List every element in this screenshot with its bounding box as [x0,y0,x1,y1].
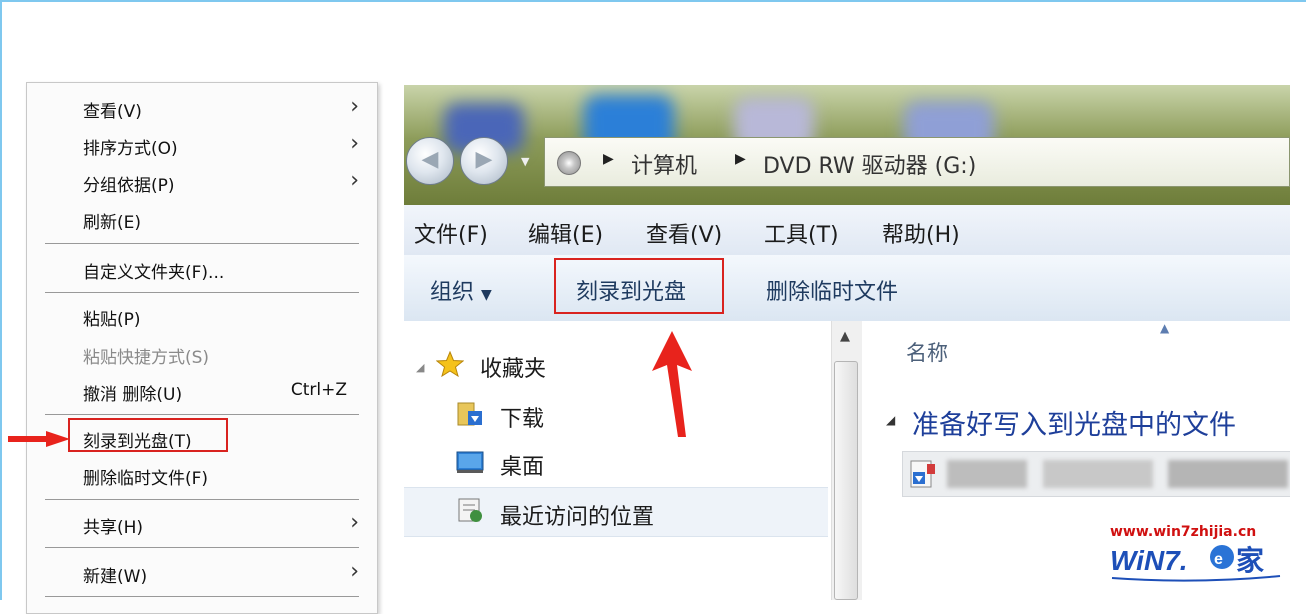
menu-item-refresh[interactable]: 刷新(E) [27,203,377,235]
breadcrumb-separator-icon[interactable]: ▶ [603,151,614,167]
left-border [0,0,2,600]
chevron-right-icon: › [350,510,359,535]
blurred-filename [947,460,1027,488]
sort-ascending-icon: ▲ [1160,321,1170,335]
menu-item-delete-temp-files[interactable]: 删除临时文件(F) [27,459,377,491]
menu-separator [45,414,359,415]
scroll-up-icon[interactable]: ▲ [840,329,850,344]
blurred-filename [1168,460,1288,488]
menu-bar: 文件(F) 编辑(E) 查看(V) 工具(T) 帮助(H) [404,205,1290,256]
menu-item-label: 粘贴快捷方式(S) [83,348,210,368]
explorer-window: ◀ ▶ ▼ ▶ 计算机 ▶ DVD RW 驱动器 (G:) 文件(F) 编辑(E… [404,85,1290,600]
delete-temp-files-button[interactable]: 删除临时文件 [766,274,898,306]
collapse-arrow-icon[interactable]: ◢ [416,361,424,374]
menu-item-undo-delete[interactable]: 撤消 删除(U) Ctrl+Z [27,375,377,407]
downloads-folder-icon [457,402,482,426]
breadcrumb-separator-icon[interactable]: ▶ [735,151,746,167]
menu-item-sort-by[interactable]: 排序方式(O) › [27,129,377,161]
breadcrumb-drive[interactable]: DVD RW 驱动器 (G:) [763,148,976,180]
menu-item-label: 新建(W) [83,567,148,587]
menu-item-label: 分组依据(P) [83,176,175,196]
organize-label: 组织 [430,280,475,305]
svg-text:WiN7.: WiN7. [1110,545,1188,576]
forward-button[interactable]: ▶ [460,137,508,185]
menu-item-label: 自定义文件夹(F)... [83,263,225,283]
back-button[interactable]: ◀ [406,137,454,185]
menu-separator [45,292,359,293]
burn-to-disc-button[interactable]: 刻录到光盘 [576,274,686,306]
back-arrow-icon: ◀ [421,147,439,172]
menu-separator [45,547,359,548]
chevron-right-icon: › [350,131,359,156]
menu-item-paste[interactable]: 粘贴(P) [27,300,377,332]
menu-separator [45,243,359,244]
blurred-filename [1043,460,1153,488]
dropdown-arrow-icon: ▼ [481,287,492,303]
disc-drive-icon [557,151,581,175]
menu-item-label: 查看(V) [83,102,142,122]
recent-pages-dropdown-icon[interactable]: ▼ [521,155,529,168]
column-header-name[interactable]: 名称 [906,337,948,367]
file-pending-burn-icon [910,460,935,488]
nav-recent-places[interactable]: 最近访问的位置 [500,499,654,531]
nav-desktop[interactable]: 桌面 [500,449,544,481]
desktop-icon [456,451,484,473]
menu-separator [45,596,359,597]
chevron-right-icon: › [350,559,359,584]
address-bar[interactable]: ▶ 计算机 ▶ DVD RW 驱动器 (G:) [544,137,1290,187]
scrollbar-thumb[interactable] [834,361,858,600]
breadcrumb-computer[interactable]: 计算机 [631,148,697,180]
menu-tools[interactable]: 工具(T) [764,217,839,249]
group-collapse-icon[interactable]: ◢ [886,413,895,427]
win7-logo: WiN7. e 家 [1110,544,1281,582]
menu-item-label: 排序方式(O) [83,139,178,159]
navigation-scrollbar[interactable]: ▲ [831,321,863,600]
forward-arrow-icon: ▶ [475,147,493,172]
menu-item-group-by[interactable]: 分组依据(P) › [27,166,377,198]
menu-item-label: 撤消 删除(U) [83,385,183,405]
nav-favorites[interactable]: 收藏夹 [480,351,546,383]
nav-downloads[interactable]: 下载 [500,401,544,433]
navigation-pane: ◢ 收藏夹 下载 桌面 最近访问的位置 [404,321,834,600]
menu-item-new[interactable]: 新建(W) › [27,557,377,589]
group-header[interactable]: 准备好写入到光盘中的文件 [912,403,1236,442]
chevron-right-icon: › [350,168,359,193]
menu-view[interactable]: 查看(V) [646,217,722,249]
red-arrow-icon [8,431,70,447]
context-menu: 查看(V) › 排序方式(O) › 分组依据(P) › 刷新(E) 自定义文件夹… [26,82,378,614]
shortcut-label: Ctrl+Z [290,380,347,400]
svg-text:e: e [1214,551,1223,568]
menu-item-share[interactable]: 共享(H) › [27,508,377,540]
menu-help[interactable]: 帮助(H) [882,217,960,249]
top-border [0,0,1306,2]
star-icon [436,351,464,377]
menu-item-view[interactable]: 查看(V) › [27,92,377,124]
red-arrow-icon [652,331,692,437]
file-item[interactable] [902,451,1290,497]
chevron-right-icon: › [350,94,359,119]
menu-item-label: 共享(H) [83,518,144,538]
menu-item-label: 删除临时文件(F) [83,469,209,489]
command-bar: 组织 ▼ 刻录到光盘 删除临时文件 [404,255,1290,322]
menu-separator [45,499,359,500]
menu-edit[interactable]: 编辑(E) [528,217,603,249]
recent-places-icon [458,498,482,522]
menu-file[interactable]: 文件(F) [414,217,488,249]
menu-item-label: 刷新(E) [83,213,142,233]
menu-item-paste-shortcut: 粘贴快捷方式(S) [27,338,377,370]
menu-item-label: 粘贴(P) [83,310,141,330]
menu-item-customize-folder[interactable]: 自定义文件夹(F)... [27,253,377,285]
window-titlebar: ◀ ▶ ▼ ▶ 计算机 ▶ DVD RW 驱动器 (G:) [404,85,1290,205]
highlight-box [68,418,228,452]
svg-text:家: 家 [1236,544,1264,577]
organize-button[interactable]: 组织 ▼ [430,274,492,306]
